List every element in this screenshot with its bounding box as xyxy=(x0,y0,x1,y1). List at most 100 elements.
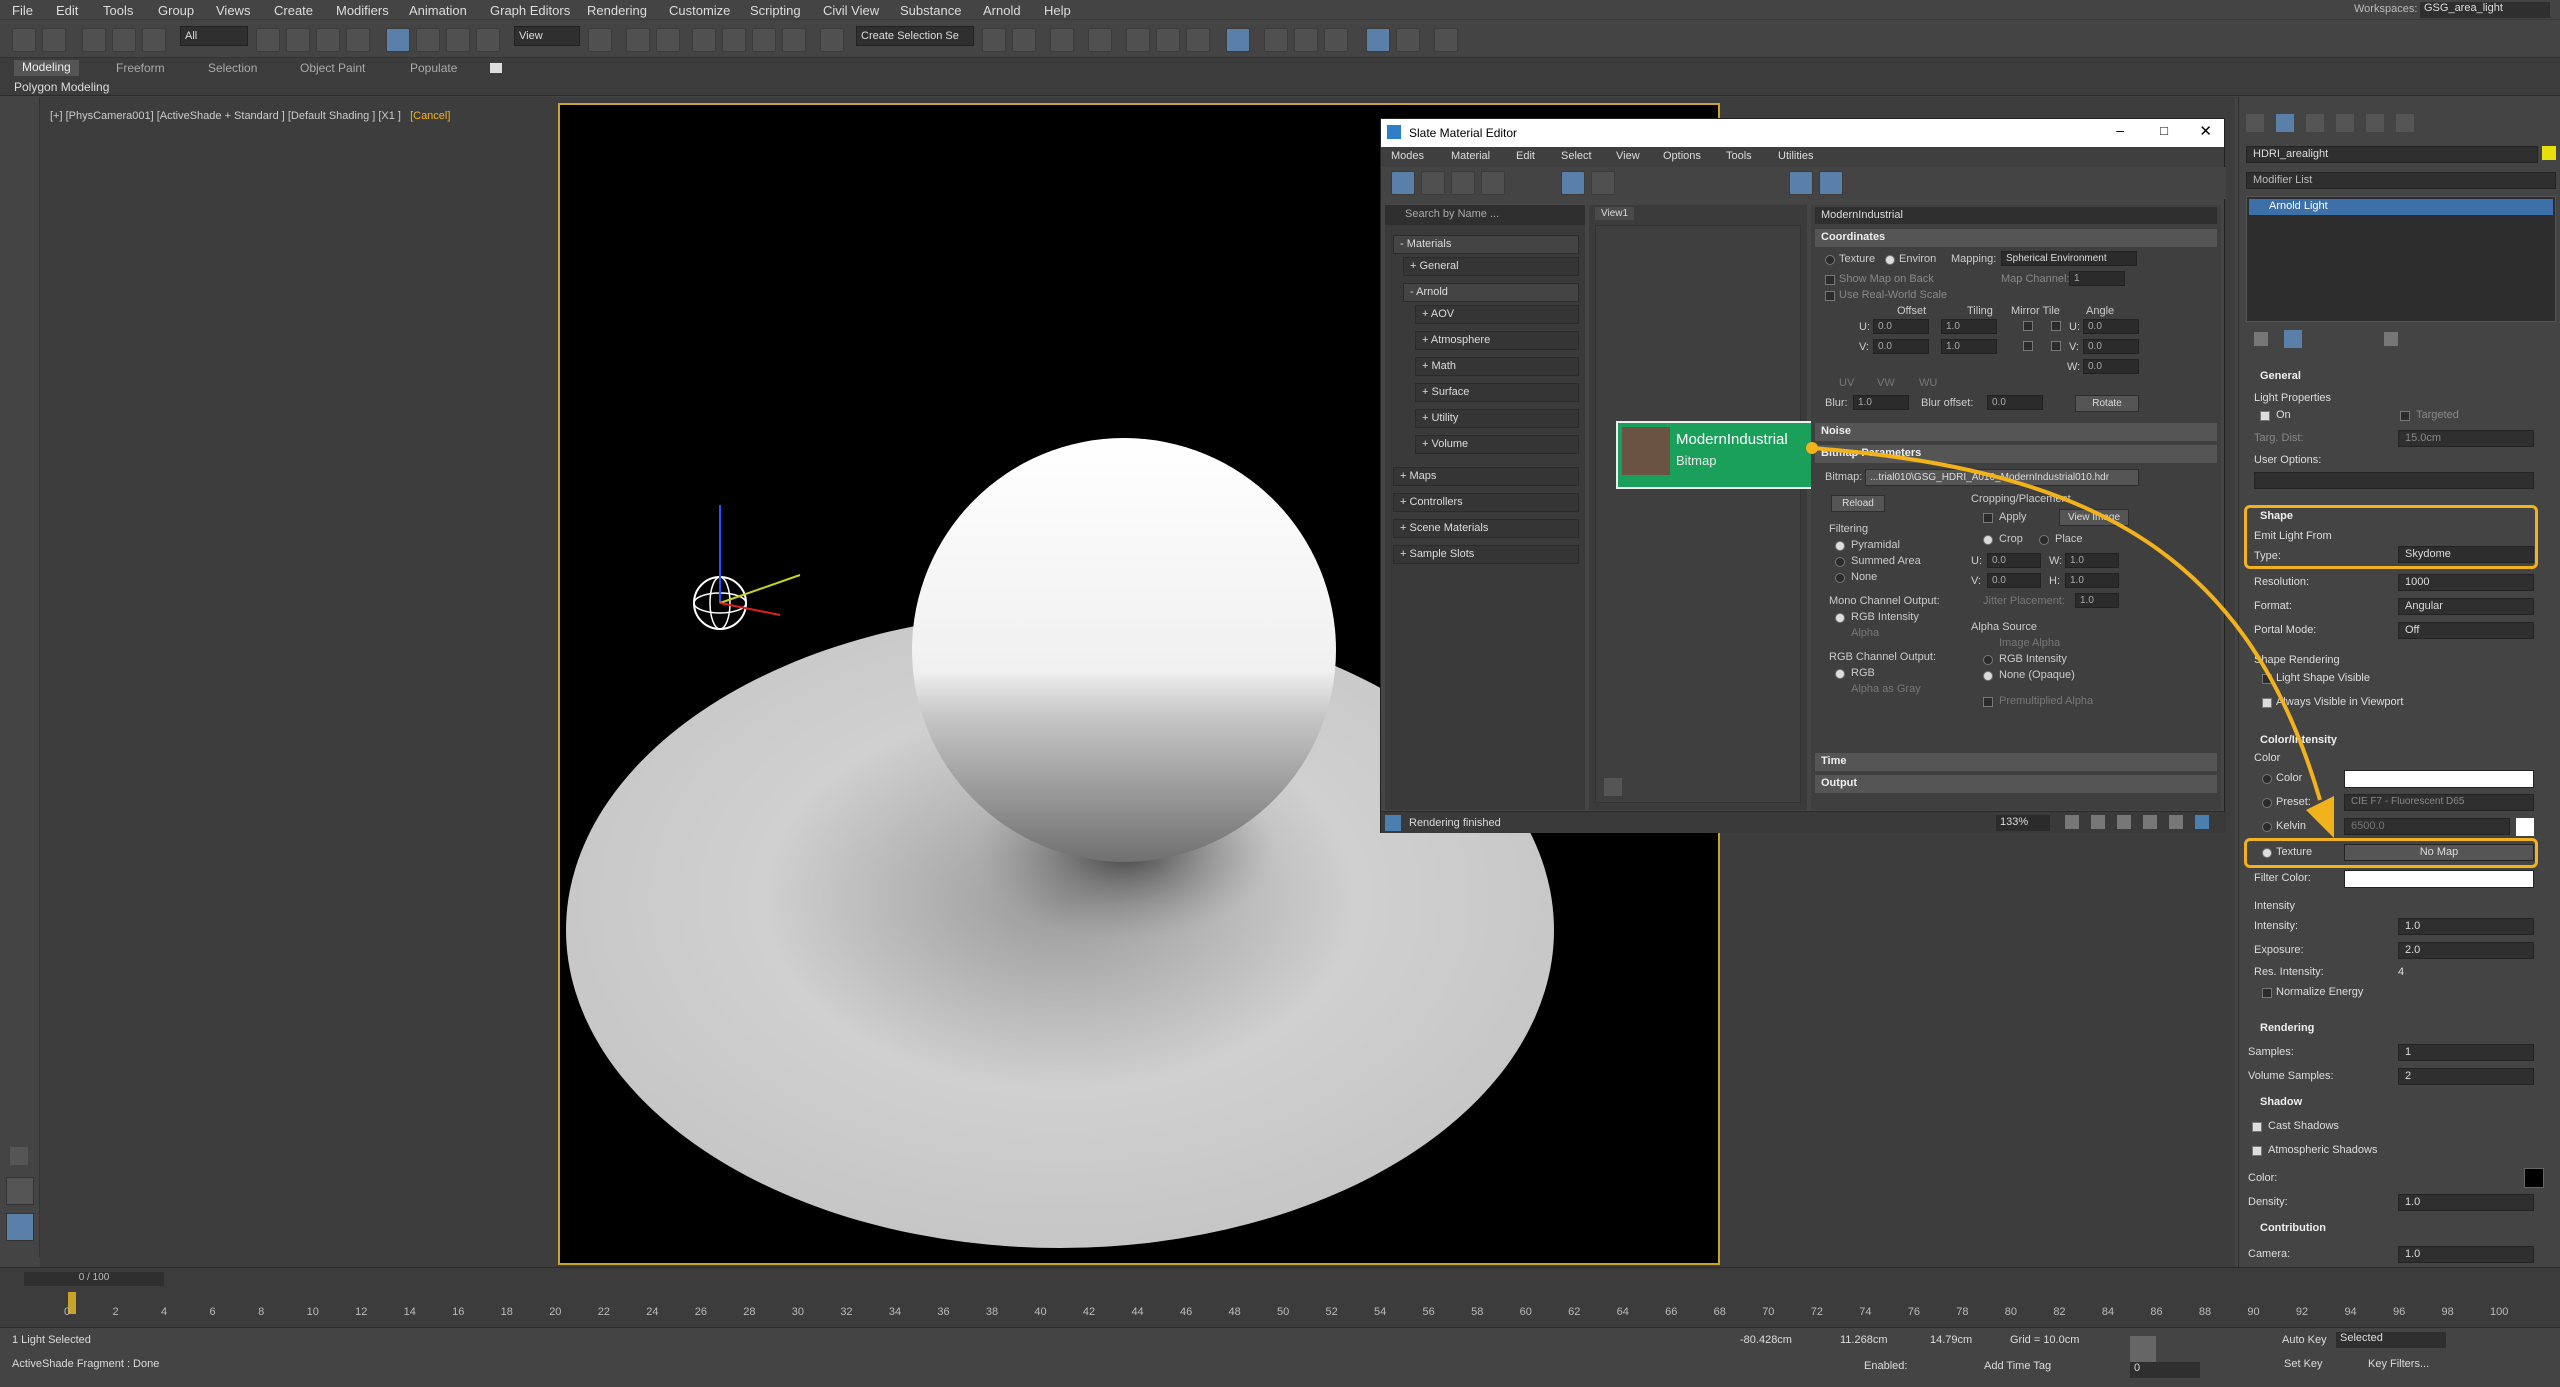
layer-explorer-icon[interactable] xyxy=(1088,28,1112,52)
manipulate-icon[interactable] xyxy=(626,28,650,52)
keyboard-shortcut-icon[interactable] xyxy=(656,28,680,52)
zoom-extents-selected-icon[interactable] xyxy=(2169,815,2183,829)
link-icon[interactable] xyxy=(82,28,106,52)
sme-menu-utilities[interactable]: Utilities xyxy=(1778,150,1813,162)
y-coord-field[interactable]: 11.268cm xyxy=(1840,1334,1888,1346)
node-canvas[interactable]: ModernIndustrial Bitmap xyxy=(1595,225,1814,803)
v-tiling-field[interactable]: 1.0 xyxy=(1941,339,1997,354)
current-frame-field[interactable]: 0 xyxy=(2130,1362,2200,1378)
browser-volume[interactable]: + Volume xyxy=(1415,435,1579,454)
radio-place[interactable] xyxy=(2039,535,2049,545)
resolution-field[interactable]: 1000 xyxy=(2398,574,2534,591)
select-by-name-icon[interactable] xyxy=(286,28,310,52)
volume-samples-field[interactable]: 2 xyxy=(2398,1068,2534,1085)
radio-texture[interactable] xyxy=(1825,255,1835,265)
sme-eyedropper-icon[interactable] xyxy=(1421,171,1445,195)
browser-controllers[interactable]: + Controllers xyxy=(1393,493,1579,512)
browser-scene-materials[interactable]: + Scene Materials xyxy=(1393,519,1579,538)
node-view[interactable]: View1 ModernIndustrial Bitmap xyxy=(1589,205,1814,810)
rollout-rendering[interactable]: Rendering xyxy=(2246,1022,2546,1040)
radio-rgb[interactable] xyxy=(1835,669,1845,679)
sme-node-view-icon[interactable] xyxy=(1789,171,1813,195)
checkbox-targeted[interactable] xyxy=(2400,411,2410,421)
tab-object-paint[interactable]: Object Paint xyxy=(300,61,365,75)
browser-arnold[interactable]: - Arnold xyxy=(1403,283,1579,302)
rollout-output[interactable]: Output xyxy=(1815,775,2217,793)
select-and-scale-icon[interactable] xyxy=(446,28,470,52)
checkbox-u-tile[interactable] xyxy=(2051,321,2061,331)
rendered-frame-window-icon[interactable] xyxy=(1294,28,1318,52)
checkbox-light-shape-visible[interactable] xyxy=(2262,674,2272,684)
modifier-stack[interactable]: Arnold Light xyxy=(2246,196,2556,322)
browser-general[interactable]: + General xyxy=(1403,257,1579,276)
sme-hide-unused-icon[interactable] xyxy=(1819,171,1843,195)
mirror-icon[interactable] xyxy=(982,28,1006,52)
blur-offset-field[interactable]: 0.0 xyxy=(1987,395,2043,410)
select-object-icon[interactable] xyxy=(256,28,280,52)
browser-maps[interactable]: + Maps xyxy=(1393,467,1579,486)
sme-assign-icon[interactable] xyxy=(1451,171,1475,195)
show-end-result-icon[interactable] xyxy=(2284,330,2302,348)
kelvin-field[interactable]: 6500.0 xyxy=(2344,818,2510,835)
configure-modifier-sets-icon[interactable] xyxy=(2384,332,2398,346)
a360-icon[interactable] xyxy=(1396,28,1420,52)
pivot-icon[interactable] xyxy=(588,28,612,52)
create-selection-set-dropdown[interactable]: Create Selection Se xyxy=(856,26,974,46)
checkbox-real-world[interactable] xyxy=(1825,291,1835,301)
play-viewport-icon[interactable] xyxy=(10,1147,28,1165)
reload-button[interactable]: Reload xyxy=(1831,495,1885,512)
checkbox-u-mirror[interactable] xyxy=(2023,321,2033,331)
v-offset-field[interactable]: 0.0 xyxy=(1873,339,1929,354)
menu-help[interactable]: Help xyxy=(1044,3,1071,18)
select-and-move-icon[interactable] xyxy=(386,28,410,52)
view-image-button[interactable]: View Image xyxy=(2059,509,2129,526)
u-tiling-field[interactable]: 1.0 xyxy=(1941,319,1997,334)
sme-layout-icon[interactable] xyxy=(1591,171,1615,195)
intensity-field[interactable]: 1.0 xyxy=(2398,918,2534,935)
checkbox-normalize-energy[interactable] xyxy=(2262,988,2272,998)
sme-menu-material[interactable]: Material xyxy=(1451,150,1490,162)
samples-field[interactable]: 1 xyxy=(2398,1044,2534,1061)
window-crossing-icon[interactable] xyxy=(346,28,370,52)
rollout-color-intensity[interactable]: Color/Intensity xyxy=(2246,734,2546,752)
object-name-field[interactable]: HDRI_arealight xyxy=(2246,146,2538,163)
sme-menu-options[interactable]: Options xyxy=(1663,150,1701,162)
slate-material-editor[interactable]: Slate Material Editor – □ ✕ Modes Materi… xyxy=(1380,118,2226,833)
menu-group[interactable]: Group xyxy=(158,3,194,18)
crop-u-field[interactable]: 0.0 xyxy=(1987,553,2041,568)
checkbox-atmospheric-shadows[interactable] xyxy=(2252,1146,2262,1156)
rotate-button[interactable]: Rotate xyxy=(2075,395,2139,412)
arnold-icon[interactable] xyxy=(1434,28,1458,52)
display-tab-icon[interactable] xyxy=(2366,114,2384,132)
sme-menu-select[interactable]: Select xyxy=(1561,150,1592,162)
maximize-icon[interactable]: □ xyxy=(2160,123,2168,138)
radio-none-opaque[interactable] xyxy=(1983,671,1993,681)
modify-tab-icon[interactable] xyxy=(2276,114,2294,132)
x-coord-field[interactable]: -80.428cm xyxy=(1740,1334,1792,1346)
viewport-label[interactable]: [+] [PhysCamera001] [ActiveShade + Stand… xyxy=(50,110,450,122)
sme-menu-modes[interactable]: Modes xyxy=(1391,150,1424,162)
kelvin-swatch[interactable] xyxy=(2516,818,2534,836)
checkbox-v-mirror[interactable] xyxy=(2023,341,2033,351)
menu-substance[interactable]: Substance xyxy=(900,3,961,18)
navigator-icon[interactable] xyxy=(1604,778,1622,796)
snap-toggle-icon[interactable] xyxy=(692,28,716,52)
sme-delete-icon[interactable] xyxy=(1481,171,1505,195)
close-icon[interactable]: ✕ xyxy=(2199,122,2212,140)
curve-editor-icon[interactable] xyxy=(1156,28,1180,52)
sme-show-map-icon[interactable] xyxy=(1561,171,1585,195)
viewport-cancel[interactable]: [Cancel] xyxy=(410,110,450,122)
timeline[interactable]: 0 / 100 0 2 4 6 8 10 12 14 16 18 20 22 24 26 28 30 32 34 3… xyxy=(0,1267,2560,1327)
key-selection-dropdown[interactable]: Selected xyxy=(2336,1332,2446,1348)
sme-menu-edit[interactable]: Edit xyxy=(1516,150,1535,162)
tab-modeling[interactable]: Modeling xyxy=(14,60,79,76)
radio-none[interactable] xyxy=(1835,573,1845,583)
preset-dropdown[interactable]: CIE F7 - Fluorescent D65 xyxy=(2344,794,2534,811)
motion-tab-icon[interactable] xyxy=(2336,114,2354,132)
radio-crop[interactable] xyxy=(1983,535,1993,545)
render-setup-icon[interactable] xyxy=(1264,28,1288,52)
schematic-view-icon[interactable] xyxy=(1186,28,1210,52)
mapping-dropdown[interactable]: Spherical Environment xyxy=(2001,251,2137,266)
align-icon[interactable] xyxy=(1012,28,1036,52)
checkbox-on[interactable] xyxy=(2260,411,2270,421)
